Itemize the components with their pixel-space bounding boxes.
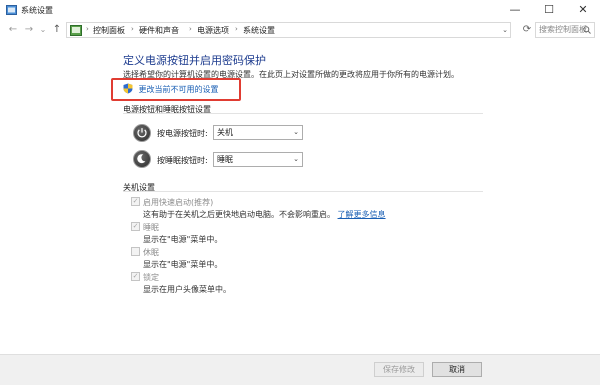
checkmark-icon: ✓ [132, 272, 139, 280]
control-panel-icon [70, 25, 82, 36]
learn-more-link[interactable]: 了解更多信息 [338, 210, 386, 219]
title-bar: 系统设置 — ☐ ✕ [0, 0, 600, 20]
window-title: 系统设置 [21, 6, 53, 15]
sleep-button-action-value: 睡眠 [217, 155, 233, 164]
up-button[interactable]: ↑ [50, 23, 64, 37]
control-panel-icon [6, 5, 17, 15]
breadcrumb-system-settings[interactable]: 系统设置 [243, 25, 275, 36]
highlight-box [111, 78, 241, 101]
power-button-action-select[interactable]: 关机 ⌄ [213, 125, 303, 140]
power-button-action-value: 关机 [217, 128, 233, 137]
lock-checkbox[interactable]: ✓ [131, 272, 140, 281]
lock-description: 显示在用户头像菜单中。 [143, 285, 231, 294]
hibernate-checkbox[interactable] [131, 247, 140, 256]
search-icon [583, 26, 591, 34]
maximize-button[interactable]: ☐ [532, 0, 566, 20]
breadcrumb-power-options[interactable]: 电源选项 [197, 25, 229, 36]
breadcrumb-separator: › [235, 25, 238, 33]
chevron-down-icon: ⌄ [293, 128, 299, 136]
cancel-button[interactable]: 取消 [432, 362, 482, 377]
checkmark-icon: ✓ [132, 222, 139, 230]
hibernate-description: 显示在"电源"菜单中。 [143, 260, 223, 269]
search-placeholder: 搜索控制面板 [539, 25, 587, 34]
breadcrumb-hardware-sound[interactable]: 硬件和声音 [139, 25, 179, 36]
sleep-button-action-select[interactable]: 睡眠 ⌄ [213, 152, 303, 167]
refresh-button[interactable]: ⟳ [520, 22, 534, 38]
sleep-label: 睡眠 [143, 223, 159, 232]
sleep-description: 显示在"电源"菜单中。 [143, 235, 223, 244]
search-box[interactable]: 搜索控制面板 [535, 22, 595, 38]
breadcrumb-control-panel[interactable]: 控制面板 [93, 25, 125, 36]
breadcrumb-separator: › [131, 25, 134, 33]
sleep-button-action-label: 按睡眠按钮时: [157, 156, 208, 165]
breadcrumb-separator: › [189, 25, 192, 33]
section-divider [123, 113, 483, 114]
section-divider [123, 191, 483, 192]
page-title: 定义电源按钮并启用密码保护 [123, 54, 266, 67]
lock-label: 锁定 [143, 273, 159, 282]
fast-startup-desc-text: 这有助于在关机之后更快地启动电脑。不会影响重启。 [143, 210, 335, 219]
back-button[interactable]: ← [6, 23, 20, 37]
save-changes-button[interactable]: 保存修改 [374, 362, 424, 377]
fast-startup-label: 启用快速启动(推荐) [143, 198, 214, 207]
recent-locations-button[interactable]: ⌄ [36, 23, 50, 37]
hibernate-label: 休眠 [143, 248, 159, 257]
address-bar[interactable]: › 控制面板 › 硬件和声音 › 电源选项 › 系统设置 [66, 22, 511, 38]
footer-bar [0, 354, 600, 385]
power-button-icon [133, 124, 151, 142]
power-symbol-icon [137, 128, 147, 138]
navigation-bar: ← → ⌄ ↑ › 控制面板 › 硬件和声音 › 电源选项 › 系统设置 [0, 20, 600, 42]
sleep-checkbox[interactable]: ✓ [131, 222, 140, 231]
fast-startup-description: 这有助于在关机之后更快地启动电脑。不会影响重启。 了解更多信息 [143, 209, 386, 220]
address-dropdown-button[interactable]: ⌄ [500, 22, 510, 38]
chevron-down-icon: ⌄ [293, 155, 299, 163]
forward-button[interactable]: → [22, 23, 36, 37]
breadcrumb-separator: › [86, 25, 89, 33]
fast-startup-checkbox[interactable]: ✓ [131, 197, 140, 206]
checkmark-icon: ✓ [132, 197, 139, 205]
moon-icon [137, 154, 146, 164]
close-button[interactable]: ✕ [566, 0, 600, 20]
power-button-action-label: 按电源按钮时: [157, 129, 208, 138]
minimize-button[interactable]: — [498, 0, 532, 20]
sleep-button-icon [133, 150, 151, 168]
